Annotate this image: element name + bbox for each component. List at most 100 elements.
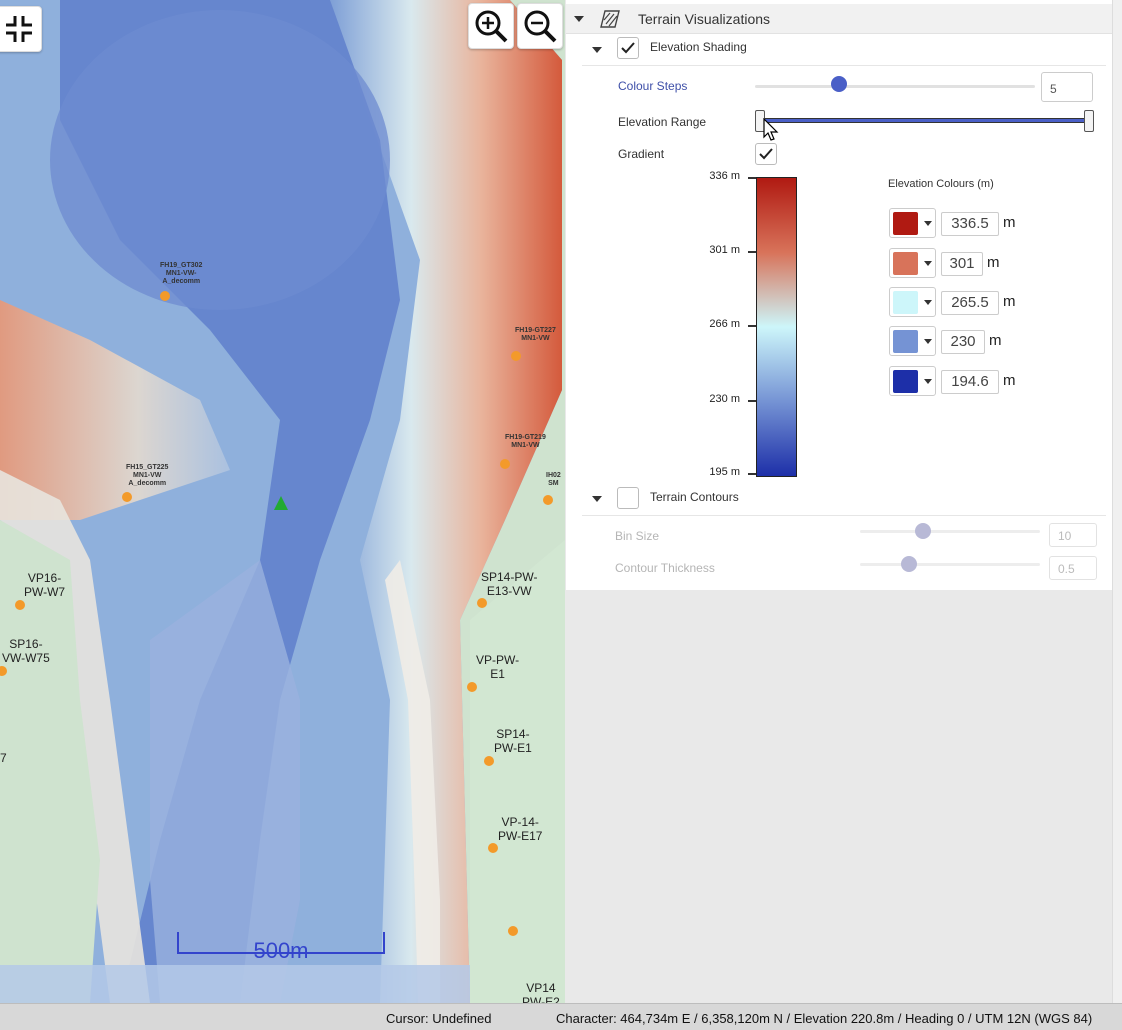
legend-tick-mark — [748, 325, 756, 327]
colour-picker-2[interactable] — [889, 248, 936, 278]
colour-value-input-1[interactable]: 336.5 — [941, 212, 999, 236]
terrain-panel: Terrain Visualizations Elevation Shading… — [566, 0, 1112, 1003]
elevation-colours-title: Elevation Colours (m) — [888, 178, 994, 190]
app-window: FH19_GT302 MN1-VW- A_decomm FH19-GT227 M… — [0, 0, 1122, 1030]
bin-size-input[interactable]: 10 — [1049, 523, 1097, 547]
station-label: SP14-PW- E13-VW — [481, 570, 538, 598]
zoom-out-icon — [524, 10, 557, 43]
colour-picker-5[interactable] — [889, 366, 936, 396]
colour-picker-4[interactable] — [889, 326, 936, 356]
unit-label: m — [1003, 372, 1016, 389]
station-point[interactable] — [160, 291, 170, 301]
elevation-range-slider[interactable] — [760, 118, 1090, 123]
contour-thickness-slider[interactable] — [860, 563, 1040, 566]
station-point[interactable] — [508, 926, 518, 936]
legend-tick-mark — [748, 177, 756, 179]
elevation-range-label: Elevation Range — [618, 115, 707, 129]
collapse-icon — [6, 16, 32, 42]
colour-steps-label: Colour Steps — [618, 79, 688, 93]
legend-tick-label: 301 m — [709, 244, 740, 256]
station-label: FH19-GT219 MN1-VW — [505, 434, 546, 449]
station-label: VP-PW- E1 — [476, 653, 520, 681]
bin-size-slider[interactable] — [860, 530, 1040, 533]
colour-value-input-3[interactable]: 265.5 — [941, 291, 999, 315]
zoom-in-button[interactable] — [468, 3, 514, 49]
character-status: Character: 464,734m E / 6,358,120m N / E… — [556, 1011, 1093, 1026]
check-icon — [759, 148, 773, 160]
colour-value-input-4[interactable]: 230 — [941, 330, 985, 354]
cursor-status: Cursor: Undefined — [386, 1011, 492, 1026]
terrain-contours-label: Terrain Contours — [650, 490, 739, 504]
gradient-label: Gradient — [618, 147, 665, 161]
station-point[interactable] — [511, 351, 521, 361]
station-label: FH19-GT227 MN1-VW — [515, 327, 556, 342]
legend-tick-label: 195 m — [709, 466, 740, 478]
divider — [582, 515, 1106, 516]
gradient-checkbox[interactable] — [755, 143, 777, 165]
panel-scrollbar[interactable] — [1112, 0, 1122, 1003]
legend-tick-label: 230 m — [709, 393, 740, 405]
elevation-shading-checkbox[interactable] — [617, 37, 639, 59]
station-point[interactable] — [500, 459, 510, 469]
legend-tick-mark — [748, 251, 756, 253]
colour-steps-slider[interactable] — [755, 85, 1035, 88]
station-point[interactable] — [488, 843, 498, 853]
unit-label: m — [1003, 293, 1016, 310]
section-title: Terrain Visualizations — [638, 11, 771, 27]
colour-value-input-2[interactable]: 301 — [941, 252, 983, 276]
colour-swatch — [893, 252, 918, 275]
station-point[interactable] — [484, 756, 494, 766]
dropdown-caret-icon — [924, 339, 932, 344]
station-label: SP16- VW-W75 — [2, 637, 50, 665]
check-icon — [621, 42, 635, 54]
station-label: FH15_GT225 MN1-VW A_decomm — [126, 464, 169, 487]
legend-tick-mark — [748, 400, 756, 402]
elevation-shading-label: Elevation Shading — [650, 40, 747, 54]
elevation-shading-caret-icon[interactable] — [592, 47, 602, 53]
station-point[interactable] — [543, 495, 553, 505]
legend-tick-mark — [748, 473, 756, 475]
station-label: SP14- PW-E1 — [494, 727, 532, 755]
contour-thickness-label: Contour Thickness — [615, 561, 715, 575]
map-view[interactable]: FH19_GT302 MN1-VW- A_decomm FH19-GT227 M… — [0, 0, 565, 1003]
colour-steps-slider-thumb[interactable] — [831, 76, 847, 92]
colour-swatch — [893, 212, 918, 235]
elevation-gradient-legend — [756, 177, 797, 477]
terrain-contours-caret-icon[interactable] — [592, 496, 602, 502]
colour-swatch — [893, 291, 918, 314]
station-point[interactable] — [477, 598, 487, 608]
colour-picker-1[interactable] — [889, 208, 936, 238]
colour-picker-3[interactable] — [889, 287, 936, 317]
colour-steps-input[interactable]: 5 — [1041, 72, 1093, 102]
station-point[interactable] — [15, 600, 25, 610]
divider — [582, 65, 1106, 66]
position-marker-icon — [274, 496, 288, 510]
elevation-range-max-handle[interactable] — [1084, 110, 1094, 132]
zoom-out-button[interactable] — [517, 3, 563, 49]
mouse-cursor-icon — [763, 118, 779, 141]
station-label: VP-14- PW-E17 — [498, 815, 543, 843]
dropdown-caret-icon — [924, 261, 932, 266]
dropdown-caret-icon — [924, 221, 932, 226]
contour-thickness-slider-thumb[interactable] — [901, 556, 917, 572]
station-label: IH02 SM — [546, 472, 561, 487]
station-label: 7 — [0, 751, 7, 765]
scale-bar: 500m — [177, 932, 385, 963]
collapse-caret-icon[interactable] — [574, 16, 584, 22]
zoom-in-icon — [475, 10, 508, 43]
terrain-visualizations-header[interactable]: Terrain Visualizations — [566, 4, 1112, 34]
collapse-view-button[interactable] — [0, 6, 42, 52]
station-label: VP16- PW-W7 — [24, 571, 66, 599]
colour-value-input-5[interactable]: 194.6 — [941, 370, 999, 394]
station-point[interactable] — [467, 682, 477, 692]
terrain-contours-checkbox[interactable] — [617, 487, 639, 509]
unit-label: m — [989, 332, 1002, 349]
bin-size-slider-thumb[interactable] — [915, 523, 931, 539]
station-point[interactable] — [122, 492, 132, 502]
unit-label: m — [1003, 214, 1016, 231]
colour-swatch — [893, 330, 918, 353]
scale-bar-label: 500m — [253, 938, 309, 963]
terrain-layer-icon — [600, 10, 620, 28]
contour-thickness-input[interactable]: 0.5 — [1049, 556, 1097, 580]
legend-tick-label: 266 m — [709, 318, 740, 330]
